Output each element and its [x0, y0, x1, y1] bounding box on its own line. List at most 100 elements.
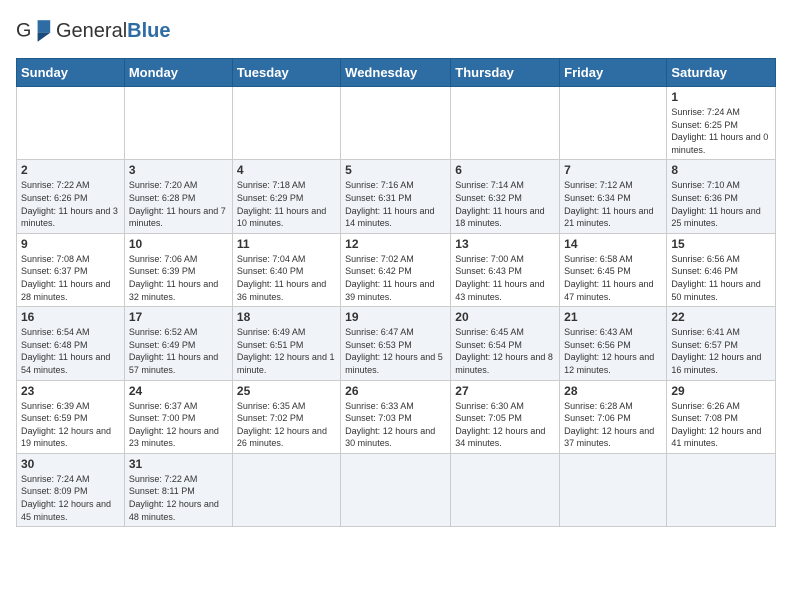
- day-info: Sunrise: 7:02 AM Sunset: 6:42 PM Dayligh…: [345, 253, 446, 303]
- day-number: 17: [129, 310, 228, 324]
- calendar-cell: [451, 87, 560, 160]
- calendar-cell: 3Sunrise: 7:20 AM Sunset: 6:28 PM Daylig…: [124, 160, 232, 233]
- calendar-cell: 10Sunrise: 7:06 AM Sunset: 6:39 PM Dayli…: [124, 233, 232, 306]
- day-number: 19: [345, 310, 446, 324]
- day-info: Sunrise: 6:47 AM Sunset: 6:53 PM Dayligh…: [345, 326, 446, 376]
- day-info: Sunrise: 6:39 AM Sunset: 6:59 PM Dayligh…: [21, 400, 120, 450]
- column-header-tuesday: Tuesday: [232, 59, 340, 87]
- day-info: Sunrise: 7:24 AM Sunset: 8:09 PM Dayligh…: [21, 473, 120, 523]
- calendar-cell: 4Sunrise: 7:18 AM Sunset: 6:29 PM Daylig…: [232, 160, 340, 233]
- day-info: Sunrise: 7:00 AM Sunset: 6:43 PM Dayligh…: [455, 253, 555, 303]
- day-number: 29: [671, 384, 771, 398]
- day-number: 7: [564, 163, 662, 177]
- day-info: Sunrise: 6:49 AM Sunset: 6:51 PM Dayligh…: [237, 326, 336, 376]
- calendar-cell: [17, 87, 125, 160]
- column-header-wednesday: Wednesday: [341, 59, 451, 87]
- logo: G GeneralBlue: [16, 16, 171, 46]
- logo-general: General: [56, 20, 127, 42]
- calendar-cell: 13 Sunrise: 7:00 AM Sunset: 6:43 PM Dayli…: [451, 233, 560, 306]
- calendar-week-row: 30 Sunrise: 7:24 AM Sunset: 8:09 PM Dayli…: [17, 453, 776, 526]
- calendar-cell: 15 Sunrise: 6:56 AM Sunset: 6:46 PM Dayli…: [667, 233, 776, 306]
- day-info: Sunrise: 7:08 AM Sunset: 6:37 PM Dayligh…: [21, 253, 120, 303]
- calendar-cell: 14 Sunrise: 6:58 AM Sunset: 6:45 PM Dayli…: [560, 233, 667, 306]
- calendar-cell: 19 Sunrise: 6:47 AM Sunset: 6:53 PM Dayli…: [341, 307, 451, 380]
- calendar-cell: 16Sunrise: 6:54 AM Sunset: 6:48 PM Dayli…: [17, 307, 125, 380]
- calendar-cell: 8 Sunrise: 7:10 AM Sunset: 6:36 PM Daylig…: [667, 160, 776, 233]
- day-number: 11: [237, 237, 336, 251]
- day-number: 9: [21, 237, 120, 251]
- page-header: G GeneralBlue: [16, 16, 776, 46]
- calendar-cell: 30 Sunrise: 7:24 AM Sunset: 8:09 PM Dayli…: [17, 453, 125, 526]
- calendar-cell: [451, 453, 560, 526]
- day-number: 23: [21, 384, 120, 398]
- day-number: 27: [455, 384, 555, 398]
- column-header-sunday: Sunday: [17, 59, 125, 87]
- column-header-friday: Friday: [560, 59, 667, 87]
- day-info: Sunrise: 7:18 AM Sunset: 6:29 PM Dayligh…: [237, 179, 336, 229]
- calendar-cell: 12Sunrise: 7:02 AM Sunset: 6:42 PM Dayli…: [341, 233, 451, 306]
- day-number: 10: [129, 237, 228, 251]
- calendar-cell: 2 Sunrise: 7:22 AM Sunset: 6:26 PM Daylig…: [17, 160, 125, 233]
- calendar-cell: 22Sunrise: 6:41 AM Sunset: 6:57 PM Dayli…: [667, 307, 776, 380]
- day-number: 24: [129, 384, 228, 398]
- calendar-cell: 31Sunrise: 7:22 AM Sunset: 8:11 PM Dayli…: [124, 453, 232, 526]
- calendar-cell: 21Sunrise: 6:43 AM Sunset: 6:56 PM Dayli…: [560, 307, 667, 380]
- day-info: Sunrise: 6:26 AM Sunset: 7:08 PM Dayligh…: [671, 400, 771, 450]
- day-number: 25: [237, 384, 336, 398]
- calendar-cell: 26Sunrise: 6:33 AM Sunset: 7:03 PM Dayli…: [341, 380, 451, 453]
- calendar-cell: [232, 453, 340, 526]
- day-info: Sunrise: 7:04 AM Sunset: 6:40 PM Dayligh…: [237, 253, 336, 303]
- calendar-cell: [560, 453, 667, 526]
- day-info: Sunrise: 7:22 AM Sunset: 6:26 PM Dayligh…: [21, 179, 120, 229]
- day-info: Sunrise: 6:37 AM Sunset: 7:00 PM Dayligh…: [129, 400, 228, 450]
- logo-blue: Blue: [127, 20, 170, 42]
- day-info: Sunrise: 6:41 AM Sunset: 6:57 PM Dayligh…: [671, 326, 771, 376]
- day-number: 15: [671, 237, 771, 251]
- calendar-cell: 9 Sunrise: 7:08 AM Sunset: 6:37 PM Daylig…: [17, 233, 125, 306]
- day-number: 8: [671, 163, 771, 177]
- calendar-table: SundayMondayTuesdayWednesdayThursdayFrid…: [16, 58, 776, 527]
- day-number: 28: [564, 384, 662, 398]
- day-info: Sunrise: 6:52 AM Sunset: 6:49 PM Dayligh…: [129, 326, 228, 376]
- calendar-cell: 18 Sunrise: 6:49 AM Sunset: 6:51 PM Dayli…: [232, 307, 340, 380]
- day-info: Sunrise: 7:12 AM Sunset: 6:34 PM Dayligh…: [564, 179, 662, 229]
- day-number: 1: [671, 90, 771, 104]
- day-info: Sunrise: 6:33 AM Sunset: 7:03 PM Dayligh…: [345, 400, 446, 450]
- logo-icon: G: [16, 16, 52, 46]
- column-header-thursday: Thursday: [451, 59, 560, 87]
- calendar-cell: 6Sunrise: 7:14 AM Sunset: 6:32 PM Daylig…: [451, 160, 560, 233]
- calendar-cell: [667, 453, 776, 526]
- day-number: 14: [564, 237, 662, 251]
- day-info: Sunrise: 6:28 AM Sunset: 7:06 PM Dayligh…: [564, 400, 662, 450]
- calendar-cell: 29 Sunrise: 6:26 AM Sunset: 7:08 PM Dayli…: [667, 380, 776, 453]
- day-number: 30: [21, 457, 120, 471]
- day-number: 18: [237, 310, 336, 324]
- day-number: 13: [455, 237, 555, 251]
- calendar-week-row: 1 Sunrise: 7:24 AM Sunset: 6:25 PM Daylig…: [17, 87, 776, 160]
- calendar-cell: 5Sunrise: 7:16 AM Sunset: 6:31 PM Daylig…: [341, 160, 451, 233]
- day-info: Sunrise: 6:30 AM Sunset: 7:05 PM Dayligh…: [455, 400, 555, 450]
- day-number: 31: [129, 457, 228, 471]
- day-number: 5: [345, 163, 446, 177]
- calendar-cell: 27 Sunrise: 6:30 AM Sunset: 7:05 PM Dayli…: [451, 380, 560, 453]
- day-number: 6: [455, 163, 555, 177]
- calendar-cell: 7 Sunrise: 7:12 AM Sunset: 6:34 PM Daylig…: [560, 160, 667, 233]
- calendar-cell: [232, 87, 340, 160]
- day-number: 16: [21, 310, 120, 324]
- day-info: Sunrise: 6:43 AM Sunset: 6:56 PM Dayligh…: [564, 326, 662, 376]
- calendar-cell: 1 Sunrise: 7:24 AM Sunset: 6:25 PM Daylig…: [667, 87, 776, 160]
- day-info: Sunrise: 6:35 AM Sunset: 7:02 PM Dayligh…: [237, 400, 336, 450]
- day-info: Sunrise: 7:10 AM Sunset: 6:36 PM Dayligh…: [671, 179, 771, 229]
- calendar-week-row: 9 Sunrise: 7:08 AM Sunset: 6:37 PM Daylig…: [17, 233, 776, 306]
- day-info: Sunrise: 6:56 AM Sunset: 6:46 PM Dayligh…: [671, 253, 771, 303]
- calendar-cell: 28 Sunrise: 6:28 AM Sunset: 7:06 PM Dayli…: [560, 380, 667, 453]
- day-info: Sunrise: 6:58 AM Sunset: 6:45 PM Dayligh…: [564, 253, 662, 303]
- calendar-header-row: SundayMondayTuesdayWednesdayThursdayFrid…: [17, 59, 776, 87]
- svg-text:G: G: [16, 19, 31, 41]
- calendar-cell: 23 Sunrise: 6:39 AM Sunset: 6:59 PM Dayli…: [17, 380, 125, 453]
- column-header-monday: Monday: [124, 59, 232, 87]
- calendar-cell: 11 Sunrise: 7:04 AM Sunset: 6:40 PM Dayli…: [232, 233, 340, 306]
- day-info: Sunrise: 7:24 AM Sunset: 6:25 PM Dayligh…: [671, 106, 771, 156]
- day-number: 2: [21, 163, 120, 177]
- calendar-week-row: 16Sunrise: 6:54 AM Sunset: 6:48 PM Dayli…: [17, 307, 776, 380]
